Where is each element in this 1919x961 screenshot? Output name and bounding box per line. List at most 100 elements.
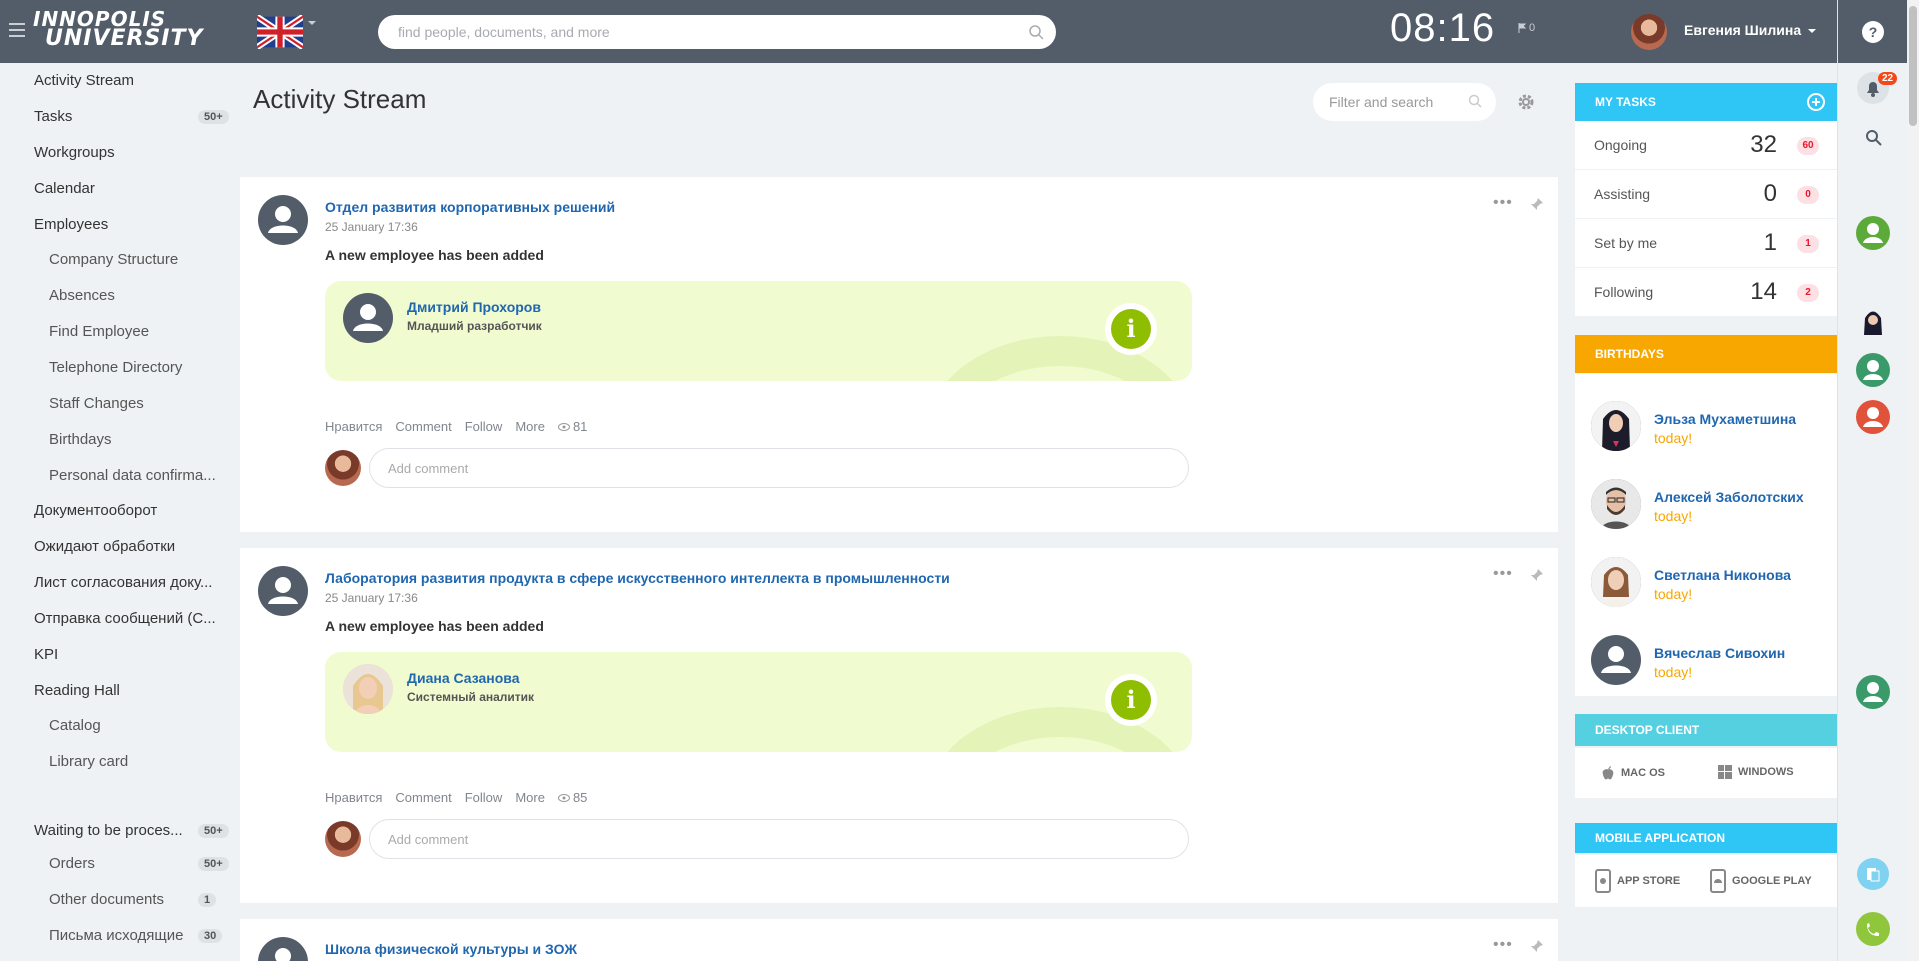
mac-os-download[interactable]: MAC OS (1601, 765, 1665, 781)
pin-icon[interactable] (1530, 197, 1544, 211)
nav-tasks[interactable]: Tasks (34, 108, 72, 125)
post-title-link[interactable]: Школа физической культуры и ЗОЖ (325, 941, 577, 957)
nav-employees[interactable]: Employees (34, 216, 108, 233)
contact-avatar[interactable] (1856, 675, 1890, 709)
global-search-input[interactable]: find people, documents, and more (378, 15, 1056, 49)
nav-kpi[interactable]: KPI (34, 646, 58, 663)
employee-avatar[interactable] (343, 293, 393, 343)
more-options-icon[interactable]: ••• (1493, 565, 1513, 583)
employee-name-link[interactable]: Дмитрий Прохоров (407, 299, 541, 315)
birthdays-header[interactable]: BIRTHDAYS (1575, 335, 1837, 373)
nav-awaiting-processing[interactable]: Ожидают обработки (34, 538, 175, 555)
task-row-following[interactable]: Following 14 2 (1575, 268, 1837, 317)
like-button[interactable]: Нравится (325, 419, 382, 434)
nav-send-messages[interactable]: Отправка сообщений (С... (34, 610, 216, 627)
desktop-share-icon[interactable] (1856, 857, 1890, 891)
more-button[interactable]: More (515, 790, 545, 805)
logo[interactable]: INNOPOLIS UNIVERSITY (33, 9, 203, 50)
birthday-name-link[interactable]: Алексей Заболотских (1654, 489, 1804, 505)
post-date[interactable]: 25 January 17:36 (325, 220, 418, 234)
employee-name-link[interactable]: Диана Сазанова (407, 670, 520, 686)
search-icon[interactable] (1028, 24, 1044, 40)
contact-avatar[interactable] (1856, 353, 1890, 387)
uk-flag-icon[interactable] (257, 15, 303, 49)
post-author-avatar[interactable] (258, 195, 308, 245)
nav-reading-hall[interactable]: Reading Hall (34, 682, 120, 699)
post-title-link[interactable]: Отдел развития корпоративных решений (325, 199, 615, 215)
nav-calendar[interactable]: Calendar (34, 180, 95, 197)
post-title-link[interactable]: Лаборатория развития продукта в сфере ис… (325, 570, 950, 586)
nav-activity-stream[interactable]: Activity Stream (34, 72, 134, 89)
filter-search-input[interactable]: Filter and search (1313, 83, 1496, 121)
birthday-item[interactable]: Вячеслав Сивохин today! (1591, 635, 1831, 695)
post-author-avatar[interactable] (258, 937, 308, 961)
birthday-item[interactable]: Эльза Мухаметшина today! (1591, 401, 1831, 461)
pin-icon[interactable] (1530, 939, 1544, 953)
birthday-item[interactable]: Алексей Заболотских today! (1591, 479, 1831, 539)
contact-avatar[interactable] (1856, 216, 1890, 250)
nav-birthdays[interactable]: Birthdays (49, 431, 112, 448)
nav-document-flow[interactable]: Документооборот (34, 502, 157, 519)
nav-waiting-processing[interactable]: Waiting to be proces... (34, 822, 183, 839)
birthday-avatar[interactable] (1591, 401, 1641, 451)
add-comment-input[interactable]: Add comment (369, 448, 1189, 488)
page-scrollbar[interactable] (1907, 0, 1919, 961)
post-author-avatar[interactable] (258, 566, 308, 616)
task-row-set-by-me[interactable]: Set by me 1 1 (1575, 219, 1837, 268)
more-options-icon[interactable]: ••• (1493, 194, 1513, 212)
task-row-ongoing[interactable]: Ongoing 32 60 (1575, 121, 1837, 170)
search-icon[interactable] (1468, 94, 1482, 108)
views-counter[interactable]: 85 (557, 790, 587, 805)
nav-telephone-directory[interactable]: Telephone Directory (49, 359, 182, 376)
clock[interactable]: 08:16 (1390, 6, 1495, 51)
nav-personal-data[interactable]: Personal data confirma... (49, 467, 216, 484)
nav-orders[interactable]: Orders (49, 855, 95, 872)
birthday-avatar[interactable] (1591, 479, 1641, 529)
comment-button[interactable]: Comment (395, 790, 451, 805)
mobile-app-header[interactable]: MOBILE APPLICATION (1575, 823, 1837, 853)
follow-button[interactable]: Follow (465, 790, 503, 805)
post-date[interactable]: 25 January 17:36 (325, 591, 418, 605)
help-icon[interactable]: ? (1862, 21, 1884, 43)
windows-download[interactable]: WINDOWS (1718, 765, 1794, 779)
desktop-client-header[interactable]: DESKTOP CLIENT (1575, 714, 1837, 746)
task-row-assisting[interactable]: Assisting 0 0 (1575, 170, 1837, 219)
search-icon[interactable] (1865, 129, 1883, 147)
contact-avatar[interactable] (1856, 400, 1890, 434)
google-play-download[interactable]: GOOGLE PLAY (1710, 869, 1812, 893)
add-comment-input[interactable]: Add comment (369, 819, 1189, 859)
more-options-icon[interactable]: ••• (1493, 936, 1513, 954)
nav-absences[interactable]: Absences (49, 287, 115, 304)
views-counter[interactable]: 81 (557, 419, 587, 434)
scrollbar-thumb[interactable] (1909, 6, 1917, 126)
gear-icon[interactable] (1516, 92, 1536, 112)
like-button[interactable]: Нравится (325, 790, 382, 805)
birthday-avatar[interactable] (1591, 635, 1641, 685)
my-tasks-header[interactable]: MY TASKS (1575, 83, 1837, 121)
nav-staff-changes[interactable]: Staff Changes (49, 395, 144, 412)
employee-avatar[interactable] (343, 664, 393, 714)
nav-approval-sheet[interactable]: Лист согласования доку... (34, 574, 212, 591)
nav-company-structure[interactable]: Company Structure (49, 251, 178, 268)
comment-button[interactable]: Comment (395, 419, 451, 434)
more-button[interactable]: More (515, 419, 545, 434)
birthday-name-link[interactable]: Эльза Мухаметшина (1654, 411, 1796, 427)
nav-catalog[interactable]: Catalog (49, 717, 101, 734)
birthday-name-link[interactable]: Светлана Никонова (1654, 567, 1791, 583)
user-name[interactable]: Евгения Шилина (1684, 22, 1801, 38)
contact-avatar[interactable] (1856, 307, 1890, 341)
nav-other-documents[interactable]: Other documents (49, 891, 164, 908)
flag-counter[interactable]: 0 (1518, 22, 1535, 34)
birthday-name-link[interactable]: Вячеслав Сивохин (1654, 645, 1785, 661)
phone-call-icon[interactable] (1856, 912, 1890, 946)
language-caret-icon[interactable] (308, 21, 316, 25)
user-menu-caret-icon[interactable] (1808, 29, 1816, 33)
nav-workgroups[interactable]: Workgroups (34, 144, 115, 161)
user-avatar[interactable] (1631, 14, 1667, 50)
add-task-icon[interactable] (1807, 93, 1825, 111)
app-store-download[interactable]: APP STORE (1595, 869, 1680, 893)
nav-library-card[interactable]: Library card (49, 753, 128, 770)
follow-button[interactable]: Follow (465, 419, 503, 434)
birthday-item[interactable]: Светлана Никонова today! (1591, 557, 1831, 617)
nav-find-employee[interactable]: Find Employee (49, 323, 149, 340)
